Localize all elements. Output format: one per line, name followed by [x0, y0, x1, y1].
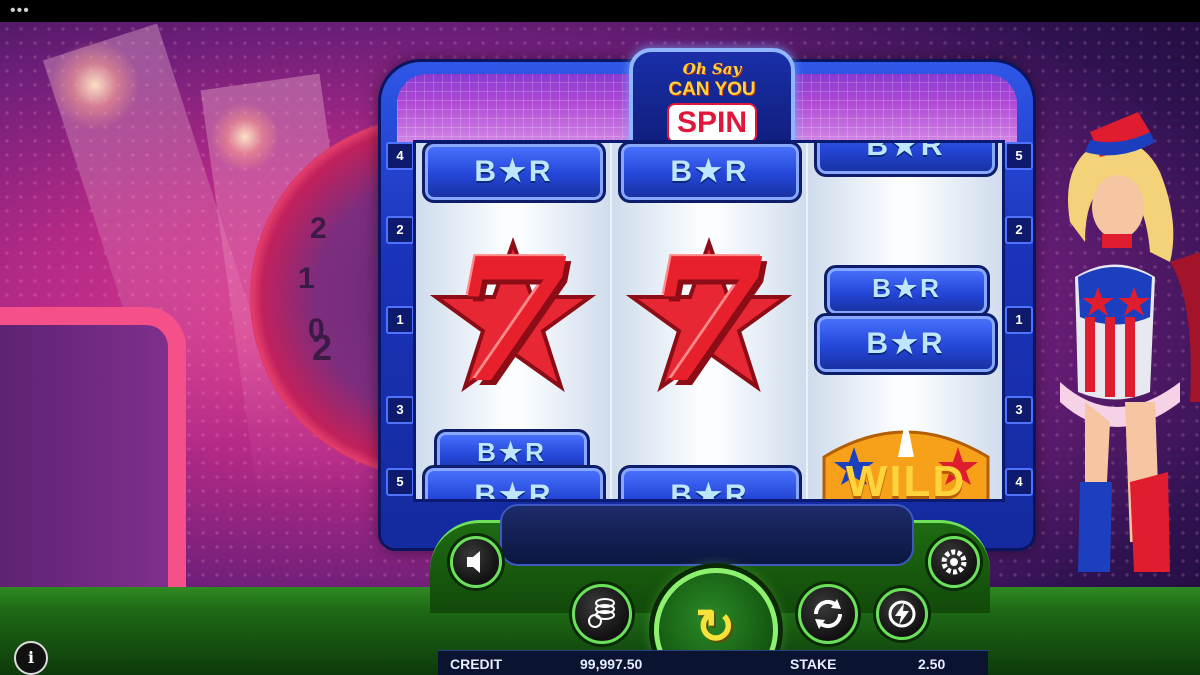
payline-number-right: 1 — [1005, 306, 1033, 334]
spotlight — [210, 102, 280, 172]
payline-number-right: 4 — [1005, 468, 1033, 496]
autoplay-button[interactable] — [798, 584, 858, 644]
payline-number-left: 5 — [386, 468, 414, 496]
bar-symbol: B★R — [618, 465, 802, 499]
stake-value: 2.50 — [918, 656, 946, 672]
payline-number-right: 2 — [1005, 216, 1033, 244]
bar-symbol: B★R — [618, 143, 802, 203]
info-button[interactable]: i — [14, 641, 48, 675]
bar-symbol: B★R — [814, 313, 998, 375]
logo-line3: SPIN — [666, 103, 758, 143]
seven-symbol: 7 — [624, 221, 794, 421]
bar-symbol: B★R — [814, 143, 998, 177]
showgirl-character — [1060, 112, 1200, 572]
payline-number-right: 5 — [1005, 142, 1033, 170]
bet-button[interactable] — [572, 584, 632, 644]
sound-button[interactable] — [450, 536, 502, 588]
seven-symbol: 7 — [428, 221, 598, 421]
stake-label: STAKE — [790, 656, 837, 672]
reel-base — [500, 504, 914, 566]
wild-symbol: WILD — [814, 417, 998, 499]
logo-line2: CAN YOU — [668, 79, 756, 100]
reel-2: B★R 7 B★R — [612, 143, 806, 499]
logo-line1: Oh Say — [682, 60, 742, 78]
gear-icon — [941, 549, 967, 575]
top-bar: ••• — [0, 0, 1200, 22]
payline-number-left: 2 — [386, 216, 414, 244]
settings-button[interactable] — [928, 536, 980, 588]
wheel-number: 1 — [298, 262, 315, 295]
bar-symbol: B★R — [422, 143, 606, 203]
turbo-button[interactable] — [876, 588, 928, 640]
wheel-number: 2 — [312, 327, 333, 368]
payline-number-right: 3 — [1005, 396, 1033, 424]
speaker-icon — [467, 551, 480, 573]
coin-stack-icon — [588, 598, 615, 628]
bar-symbol: B★R — [422, 465, 606, 499]
stage-arch — [0, 307, 186, 625]
spotlight — [50, 40, 140, 130]
payline-number-left: 3 — [386, 396, 414, 424]
reel-1: B★R 7 B★R B★R — [416, 143, 610, 499]
balance-bar: CREDIT 99,997.50 STAKE 2.50 — [438, 650, 988, 675]
game-stage: 2 1 0 2 Oh Say CAN YOU SPIN 4 2 1 3 5 5 … — [0, 22, 1200, 675]
payline-number-left: 1 — [386, 306, 414, 334]
reel-window: B★R 7 B★R B★R B★R 7 B★R B★R B★R B★R WILD — [413, 140, 1005, 502]
autoplay-icon — [813, 599, 843, 629]
bar-symbol: B★R — [824, 265, 990, 317]
spin-arrow-icon: ↻ — [695, 601, 736, 654]
payline-number-left: 4 — [386, 142, 414, 170]
menu-dots-icon[interactable]: ••• — [10, 2, 30, 20]
credit-value: 99,997.50 — [580, 656, 643, 672]
lightning-icon — [888, 600, 916, 628]
wheel-number: 2 — [310, 212, 327, 245]
credit-label: CREDIT — [450, 656, 503, 672]
info-icon: i — [27, 648, 35, 667]
